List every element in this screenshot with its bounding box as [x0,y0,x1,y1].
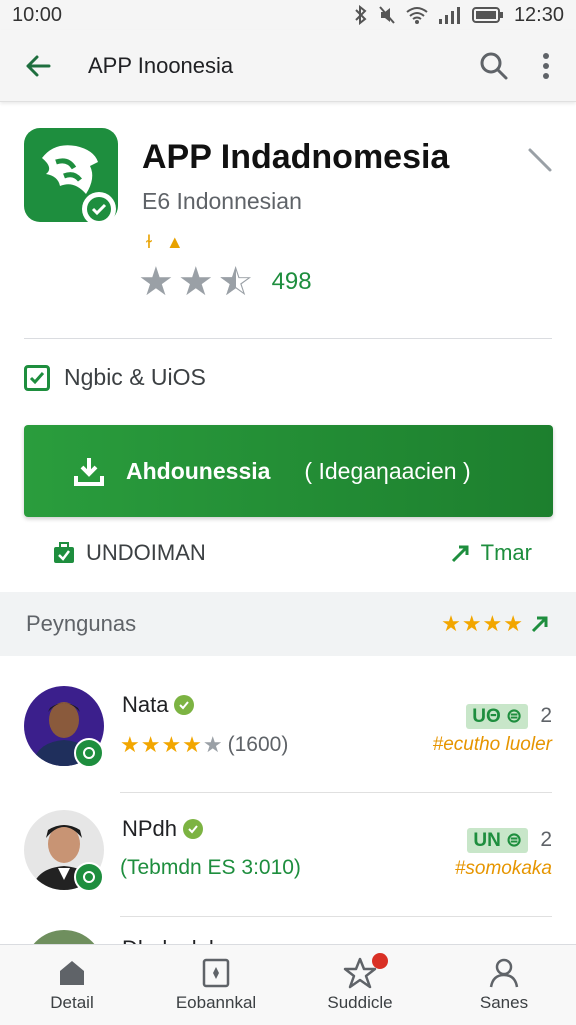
review-item[interactable]: Nata ★★★★★ (1600) UΘ ⊜ 2 #ecutho luoler [0,686,576,806]
nav-label: Suddicle [327,993,393,1012]
divider [24,338,552,339]
briefcase-check-icon [54,542,74,563]
reviewer-name: NPdh [122,816,204,842]
install-label: Ahdounessia [126,457,271,484]
app-bar-title: APP Inoonesia [88,52,234,78]
search-icon [480,52,508,79]
nav-item-bookmark[interactable]: Eobannkal [144,945,288,1025]
action-row: UNDOIMAN Tmar [0,530,576,580]
star-icon: ★ [177,260,214,304]
reviews-section-title: Peyngunas [26,611,137,636]
nav-label: Detail [50,993,94,1012]
person-icon [489,958,519,988]
arrow-up-right-icon [531,616,548,633]
compatibility-row[interactable]: Ngbic & UiOS [24,364,206,391]
reviewer-name-text: Nata [122,692,169,717]
nav-item-detail[interactable]: Detail [0,945,144,1025]
check-circle-icon [83,747,95,759]
battery-icon [471,7,503,23]
wifi-icon [406,7,428,24]
review-number: 2 [540,828,552,851]
bottom-nav: Detail Eobannkal Suddicle Sanes [0,944,576,1025]
bluetooth-icon [355,5,367,25]
reviews-section-header[interactable]: Peyngunas ★★★★ [0,592,576,656]
divider [120,792,552,793]
flame-icon: ɫ [146,232,166,252]
status-time-left: 10:00 [12,3,63,26]
avatar-verified-badge [74,738,104,768]
verified-icon [174,695,195,715]
status-bar: 10:00 12:30 [0,0,576,30]
review-count: (1600) [227,733,289,756]
more-options-button[interactable] [524,44,568,88]
more-vert-icon [543,52,549,79]
review-badge: UΘ ⊜ [466,704,528,729]
reviews-section-stars: ★★★★ [441,611,550,637]
review-tag: #somokaka [454,858,552,879]
check-circle-icon [87,197,111,221]
install-sub-label: ( Idegaηaacien ) [304,457,471,484]
app-name: APP Indadnomesia [142,138,450,176]
divider [120,916,552,917]
status-icons: 12:30 [354,4,564,27]
review-stars: ★★★★★ [120,732,224,758]
signal-icon [438,7,460,24]
rating-row: ★ ★ ☆★ 498 [138,262,312,302]
nav-label: Sanes [479,993,529,1012]
pencil-icon [528,148,552,172]
review-stars-empty: ★ [202,732,224,757]
mute-icon [379,6,395,24]
review-item[interactable]: NPdh (Tebmdn ES 3:010) UΝ ⊜ 2 #somokaka [0,810,576,930]
check-circle-icon [83,871,95,883]
review-stars-filled: ★★★★ [120,732,203,757]
star-half-icon: ☆★ [217,260,254,304]
app-bar: APP Inoonesia [0,30,576,102]
app-header: APP Indadnomesia E6 Indonnesian ɫ▲ ★ ★ ☆… [0,104,576,340]
nav-label: Eobannkal [175,993,257,1012]
share-label: Tmar [480,540,532,565]
verified-icon [183,819,204,839]
share-action[interactable]: Tmar [449,540,532,566]
review-badge: UΝ ⊜ [467,828,528,853]
install-button[interactable]: Ahdounessia ( Idegaηaacien ) [24,425,553,517]
arrow-left-icon [26,55,51,76]
share-arrow-icon [451,545,469,563]
nav-item-suggested[interactable]: Suddicle [288,945,432,1025]
app-developer[interactable]: E6 Indonnesian [142,188,302,215]
compatibility-label: Ngbic & UiOS [64,364,206,390]
uninstall-label: UNDOIMAN [86,540,206,565]
back-button[interactable] [16,44,60,88]
edit-button[interactable] [524,144,556,176]
review-meta-text: (Tebmdn ES 3:010) [120,856,301,879]
star-icon: ★ [138,260,174,304]
verified-badge [82,192,116,226]
checkbox-icon[interactable] [24,364,50,391]
home-icon [60,961,84,985]
search-button[interactable] [472,44,516,88]
review-meta: (Tebmdn ES 3:010) [120,856,301,880]
bookmark-icon [202,958,230,988]
nav-item-profile[interactable]: Sanes [432,945,576,1025]
section-stars-text: ★★★★ [441,611,524,636]
notification-dot [372,953,388,969]
rating-count: 498 [271,268,312,295]
download-icon [74,458,104,486]
triangle-icon: ▲ [165,232,198,252]
avatar-verified-badge [74,862,104,892]
review-rating: ★★★★★ (1600) [120,732,288,758]
status-time-right: 12:30 [513,3,564,26]
tag-icons: ɫ▲ [146,232,198,253]
reviewer-name: Nata [122,692,195,718]
reviewer-name-text: NPdh [122,816,178,841]
review-tag: #ecutho luoler [432,734,552,755]
uninstall-action[interactable]: UNDOIMAN [52,540,206,566]
review-number: 2 [540,704,552,727]
